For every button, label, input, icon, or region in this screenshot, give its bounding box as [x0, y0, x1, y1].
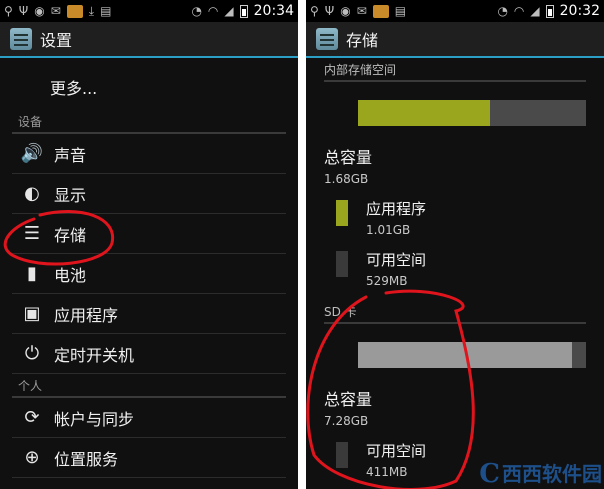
internal-total-item[interactable]: 总容量 1.68GB: [324, 144, 586, 186]
watermark-c-icon: C: [479, 459, 500, 489]
apps-icon: ▣: [23, 303, 41, 324]
signal-icon: ◢: [224, 4, 234, 18]
image-notification-icon: [372, 4, 389, 18]
sms-icon: ✉: [356, 4, 367, 18]
sidebar-item-sound[interactable]: 🔊 声音: [12, 134, 286, 174]
item-label: 声音: [54, 145, 87, 165]
notification-icon: ◉: [34, 4, 45, 18]
sidebar-item-location[interactable]: ⊕ 位置服务: [12, 438, 286, 478]
total-capacity-value: 1.68GB: [324, 172, 369, 186]
sidebar-item-scheduled-power[interactable]: ⏻ 定时开关机: [12, 334, 286, 374]
internal-free-item[interactable]: 可用空间 529MB: [324, 249, 586, 288]
sidebar-item-battery[interactable]: ▮ 电池: [12, 254, 286, 294]
watermark-text: 西西软件园: [502, 462, 602, 486]
storage-details: 内部存储空间 总容量 1.68GB 应用程序 1.01GB 可用空间 529MB…: [306, 58, 604, 479]
page-title: 设置: [40, 31, 73, 50]
free-color-swatch: [336, 251, 348, 277]
sms-icon: ✉: [50, 4, 61, 18]
sidebar-item-storage[interactable]: ☰ 存储: [12, 214, 286, 254]
sd-free-space-label: 可用空间: [366, 442, 427, 460]
item-label: 帐户与同步: [54, 409, 135, 429]
status-bar: ⚲ Ψ ◉ ✉ ▤ ◔ ◠ ◢ 20:32: [306, 0, 604, 22]
more-settings-label: 更多...: [50, 79, 98, 98]
speaker-icon: 🔊: [20, 143, 44, 164]
section-header-sd-card: SD 卡: [324, 300, 586, 324]
power-icon: ⏻: [24, 343, 40, 364]
image-notification-icon: [66, 4, 83, 18]
section-header-device: 设备: [12, 110, 286, 134]
sd-free-space-value: 411MB: [366, 465, 408, 479]
download-icon: ⤓: [88, 4, 95, 18]
sd-usage-fill: [358, 342, 573, 368]
sd-total-capacity-label: 总容量: [324, 390, 373, 409]
section-header-personal: 个人: [12, 374, 286, 398]
sd-total-item[interactable]: 总容量 7.28GB: [324, 386, 586, 428]
alarm-icon: ◔: [497, 4, 508, 18]
apps-usage-value: 1.01GB: [366, 223, 411, 237]
settings-list: 更多... 设备 🔊 声音 ◐ 显示 ☰ 存储 ▮ 电池 ▣ 应用程序 ⏻ 定时…: [0, 58, 298, 478]
sidebar-item-display[interactable]: ◐ 显示: [12, 174, 286, 214]
internal-usage-bar: [358, 100, 586, 126]
item-label: 电池: [54, 265, 87, 285]
sd-icon: ▤: [100, 4, 112, 18]
free-space-value: 529MB: [366, 274, 408, 288]
more-settings-item[interactable]: 更多...: [12, 64, 286, 110]
apps-color-swatch: [336, 200, 348, 226]
usb-icon: ⚲: [4, 4, 13, 18]
status-clock: 20:32: [559, 3, 600, 19]
free-space-label: 可用空间: [366, 251, 427, 269]
page-title: 存储: [346, 31, 379, 50]
sd-icon: ▤: [394, 4, 407, 18]
total-capacity-label: 总容量: [324, 148, 373, 167]
location-icon: ⊕: [24, 447, 40, 468]
sd-usage-bar: [358, 342, 586, 368]
alarm-icon: ◔: [191, 4, 202, 18]
apps-usage-item[interactable]: 应用程序 1.01GB: [324, 198, 586, 237]
signal-icon: ◢: [530, 4, 540, 18]
usb-icon: ⚲: [310, 4, 319, 18]
sidebar-item-apps[interactable]: ▣ 应用程序: [12, 294, 286, 334]
internal-usage-fill: [358, 100, 491, 126]
action-bar: 存储: [306, 22, 604, 58]
apps-usage-label: 应用程序: [366, 200, 427, 218]
item-label: 存储: [54, 225, 87, 245]
notification-icon: ◉: [340, 4, 351, 18]
sidebar-item-accounts-sync[interactable]: ⟳ 帐户与同步: [12, 398, 286, 438]
item-label: 显示: [54, 185, 87, 205]
section-header-internal-storage: 内部存储空间: [324, 58, 586, 82]
item-label: 定时开关机: [54, 345, 135, 365]
usb-debug-icon: Ψ: [18, 4, 29, 18]
storage-screen: ⚲ Ψ ◉ ✉ ▤ ◔ ◠ ◢ 20:32 存储 内部存储空间 总容量 1.68…: [306, 0, 604, 489]
brightness-icon: ◐: [24, 183, 40, 204]
status-bar: ⚲ Ψ ◉ ✉ ⤓ ▤ ◔ ◠ ◢ 20:34: [0, 0, 298, 22]
battery-status-icon: [545, 4, 554, 18]
sync-icon: ⟳: [24, 407, 40, 428]
settings-app-icon[interactable]: [316, 28, 338, 50]
storage-icon: ☰: [23, 223, 41, 244]
watermark-logo: C 西西软件园: [479, 461, 602, 487]
sd-free-color-swatch: [336, 442, 348, 468]
usb-debug-icon: Ψ: [324, 4, 335, 18]
battery-icon: ▮: [27, 263, 37, 284]
action-bar: 设置: [0, 22, 298, 58]
status-clock: 20:34: [253, 3, 294, 19]
wifi-icon: ◠: [513, 4, 525, 18]
item-label: 应用程序: [54, 305, 119, 325]
item-label: 位置服务: [54, 449, 119, 469]
settings-screen: ⚲ Ψ ◉ ✉ ⤓ ▤ ◔ ◠ ◢ 20:34 设置 更多... 设备 🔊 声音…: [0, 0, 298, 489]
battery-status-icon: [239, 4, 248, 18]
settings-app-icon[interactable]: [10, 28, 32, 50]
sd-total-capacity-value: 7.28GB: [324, 414, 369, 428]
wifi-icon: ◠: [207, 4, 219, 18]
